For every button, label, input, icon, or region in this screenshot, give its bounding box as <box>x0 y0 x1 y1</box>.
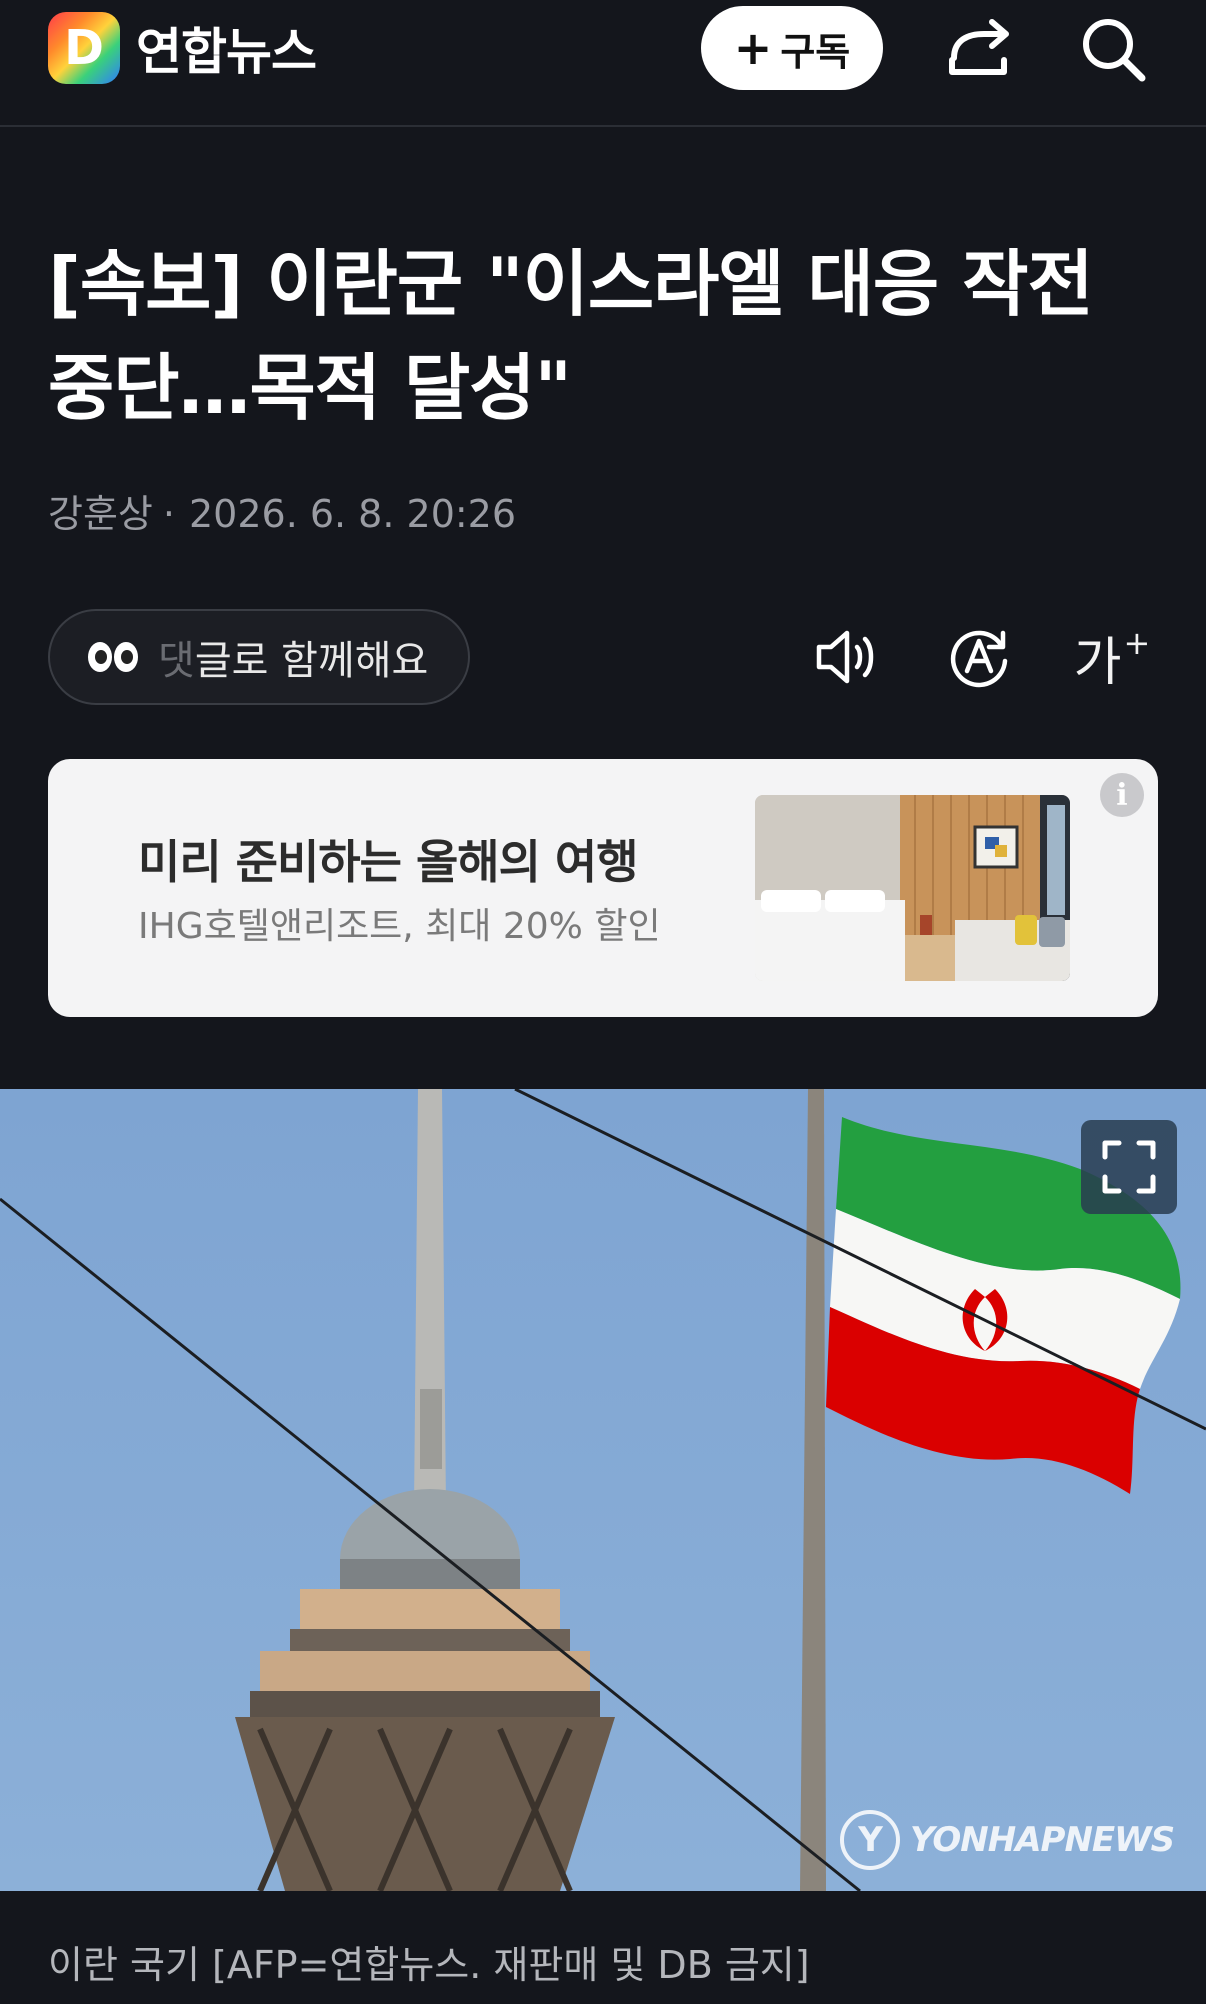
share-icon <box>949 19 1009 75</box>
comment-label-faded: 댓 <box>158 638 195 684</box>
brand-logo-letter: D <box>64 20 104 76</box>
ad-subtitle: IHG호텔앤리조트, 최대 20% 할인 <box>138 906 661 947</box>
speaker-icon <box>816 630 874 684</box>
comment-button[interactable]: 댓 글로 함께해요 <box>48 609 470 705</box>
subscribe-label: 구독 <box>780 29 851 74</box>
brand-name: 연합뉴스 <box>136 23 317 81</box>
ad-banner[interactable]: 미리 준비하는 올해의 여행 IHG호텔앤리조트, 최대 20% 할인 i <box>48 759 1158 1017</box>
yonhap-logo-icon: Y <box>840 1810 900 1870</box>
article-page: D 연합뉴스 + 구독 [속보] 이란군 "이스라엘 대응 작전 중단…목적 달… <box>0 0 1206 2004</box>
subscribe-button[interactable]: + 구독 <box>701 6 883 90</box>
article-headline: [속보] 이란군 "이스라엘 대응 작전 중단…목적 달성" <box>48 242 1094 430</box>
watermark-text: YONHAPNEWS <box>910 1820 1175 1860</box>
translate-button[interactable] <box>937 615 1021 699</box>
share-button[interactable] <box>940 10 1020 90</box>
listen-button[interactable] <box>805 615 889 699</box>
ad-hotel-image <box>755 795 1070 981</box>
ad-title: 미리 준비하는 올해의 여행 <box>138 835 639 889</box>
comment-label: 글로 함께해요 <box>194 638 429 684</box>
font-size-button[interactable]: 가 + <box>1070 615 1154 699</box>
publish-timestamp: 2026. 6. 8. 20:26 <box>188 492 517 536</box>
byline-separator: · <box>162 492 175 536</box>
search-button[interactable] <box>1074 10 1154 90</box>
expand-icon <box>1102 1140 1156 1194</box>
translate-icon <box>950 630 1008 688</box>
byline: 강훈상 · 2026. 6. 8. 20:26 <box>48 483 516 538</box>
expand-photo-button[interactable] <box>1081 1120 1177 1214</box>
brand-logo: D <box>48 12 120 84</box>
author-name[interactable]: 강훈상 <box>48 492 153 536</box>
plus-icon: + <box>733 21 773 75</box>
article-photo[interactable] <box>0 1089 1206 1891</box>
photo-watermark: Y YONHAPNEWS <box>840 1810 1175 1870</box>
eyes-icon <box>88 642 140 672</box>
info-icon[interactable]: i <box>1100 773 1144 817</box>
font-size-label: 가 <box>1073 632 1122 693</box>
brand[interactable]: D 연합뉴스 <box>48 12 317 84</box>
search-icon <box>1083 19 1146 82</box>
photo-caption: 이란 국기 [AFP=연합뉴스. 재판매 및 DB 금지] <box>48 1943 810 1987</box>
app-bar: D 연합뉴스 + 구독 <box>0 0 1206 127</box>
font-size-plus: + <box>1123 624 1151 662</box>
